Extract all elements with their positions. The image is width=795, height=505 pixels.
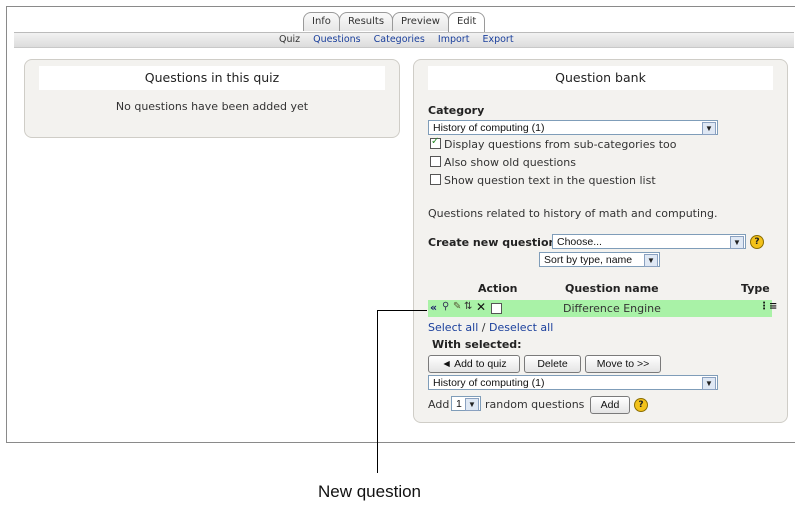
checkbox-icon[interactable] — [430, 174, 441, 185]
quiz-questions-title: Questions in this quiz — [39, 66, 385, 90]
tab-preview[interactable]: Preview — [392, 12, 449, 31]
checkbox-label: Show question text in the question list — [444, 174, 656, 187]
column-action: Action — [478, 282, 518, 295]
chevron-down-icon: ▼ — [730, 236, 744, 249]
subtab-import[interactable]: Import — [438, 34, 470, 45]
column-question-name: Question name — [565, 282, 659, 295]
subtab-questions[interactable]: Questions — [313, 34, 360, 45]
deselect-all-link[interactable]: Deselect all — [489, 321, 553, 334]
add-to-quiz-button[interactable]: ◄ Add to quiz — [428, 355, 520, 373]
checkbox-old-questions[interactable]: Also show old questions — [430, 156, 576, 169]
create-question-value: Choose... — [557, 236, 602, 248]
select-all-link[interactable]: Select all — [428, 321, 478, 334]
tab-info[interactable]: Info — [303, 12, 340, 31]
table-row: « ⚲ ✎ ⇅ ✕ Difference Engine ⋮≡ — [428, 300, 777, 317]
help-icon[interactable]: ? — [634, 398, 648, 412]
add-to-quiz-icon[interactable]: « — [430, 301, 437, 314]
add-random-button[interactable]: Add — [590, 396, 630, 414]
callout-line — [377, 310, 427, 311]
chevron-down-icon: ▼ — [702, 377, 716, 390]
checkbox-label: Also show old questions — [444, 156, 576, 169]
tab-edit[interactable]: Edit — [447, 12, 486, 32]
subtab-bar: Quiz Questions Categories Import Export — [14, 32, 794, 48]
subtab-categories[interactable]: Categories — [374, 34, 425, 45]
chevron-down-icon: ▼ — [702, 122, 716, 135]
callout-caption: New question — [318, 482, 422, 501]
question-name: Difference Engine — [563, 302, 661, 315]
tab-results[interactable]: Results — [338, 12, 394, 31]
checkbox-label: Display questions from sub-categories to… — [444, 138, 677, 151]
multichoice-type-icon: ⋮≡ — [759, 301, 778, 312]
category-label: Category — [428, 104, 485, 117]
callout-line — [377, 310, 378, 473]
quiz-questions-panel: Questions in this quiz No questions have… — [24, 59, 400, 138]
with-selected-label: With selected: — [432, 338, 522, 351]
random-count-value: 1 — [456, 398, 462, 410]
subtab-quiz: Quiz — [279, 34, 301, 45]
edit-icon[interactable]: ✎ — [453, 301, 461, 312]
random-suffix: random questions — [485, 398, 585, 411]
move-category-value: History of computing (1) — [433, 377, 545, 389]
move-icon[interactable]: ⇅ — [464, 301, 472, 312]
empty-message: No questions have been added yet — [115, 100, 309, 113]
checkbox-subcategories[interactable]: Display questions from sub-categories to… — [430, 136, 677, 151]
checkbox-icon[interactable] — [430, 156, 441, 167]
subtab-export[interactable]: Export — [482, 34, 513, 45]
checkbox-question-text[interactable]: Show question text in the question list — [430, 174, 656, 187]
create-question-select[interactable]: Choose... ▼ — [552, 234, 746, 249]
sort-select-value: Sort by type, name — [544, 254, 633, 266]
row-checkbox[interactable] — [491, 303, 502, 314]
category-info: Questions related to history of math and… — [428, 207, 718, 220]
chevron-down-icon: ▼ — [644, 254, 658, 267]
random-count-select[interactable]: 1 ▼ — [451, 396, 481, 411]
move-to-button[interactable]: Move to >> — [585, 355, 661, 373]
category-select-value: History of computing (1) — [433, 122, 545, 134]
sort-select[interactable]: Sort by type, name ▼ — [539, 252, 660, 267]
delete-icon[interactable]: ✕ — [476, 300, 486, 314]
category-select[interactable]: History of computing (1) ▼ — [428, 120, 718, 135]
preview-icon[interactable]: ⚲ — [442, 301, 449, 312]
link-separator: / — [481, 321, 486, 334]
column-type: Type — [741, 282, 770, 295]
checkbox-checked-icon[interactable] — [430, 136, 441, 149]
tab-bar: Info Results Preview Edit — [303, 12, 486, 32]
help-icon[interactable]: ? — [750, 235, 764, 249]
question-bank-title: Question bank — [428, 66, 773, 90]
create-question-label: Create new question — [428, 236, 557, 249]
move-category-select[interactable]: History of computing (1) ▼ — [428, 375, 718, 390]
delete-button[interactable]: Delete — [524, 355, 581, 373]
chevron-down-icon: ▼ — [465, 398, 479, 411]
random-prefix: Add — [428, 398, 450, 411]
select-links: Select all / Deselect all — [428, 321, 553, 334]
